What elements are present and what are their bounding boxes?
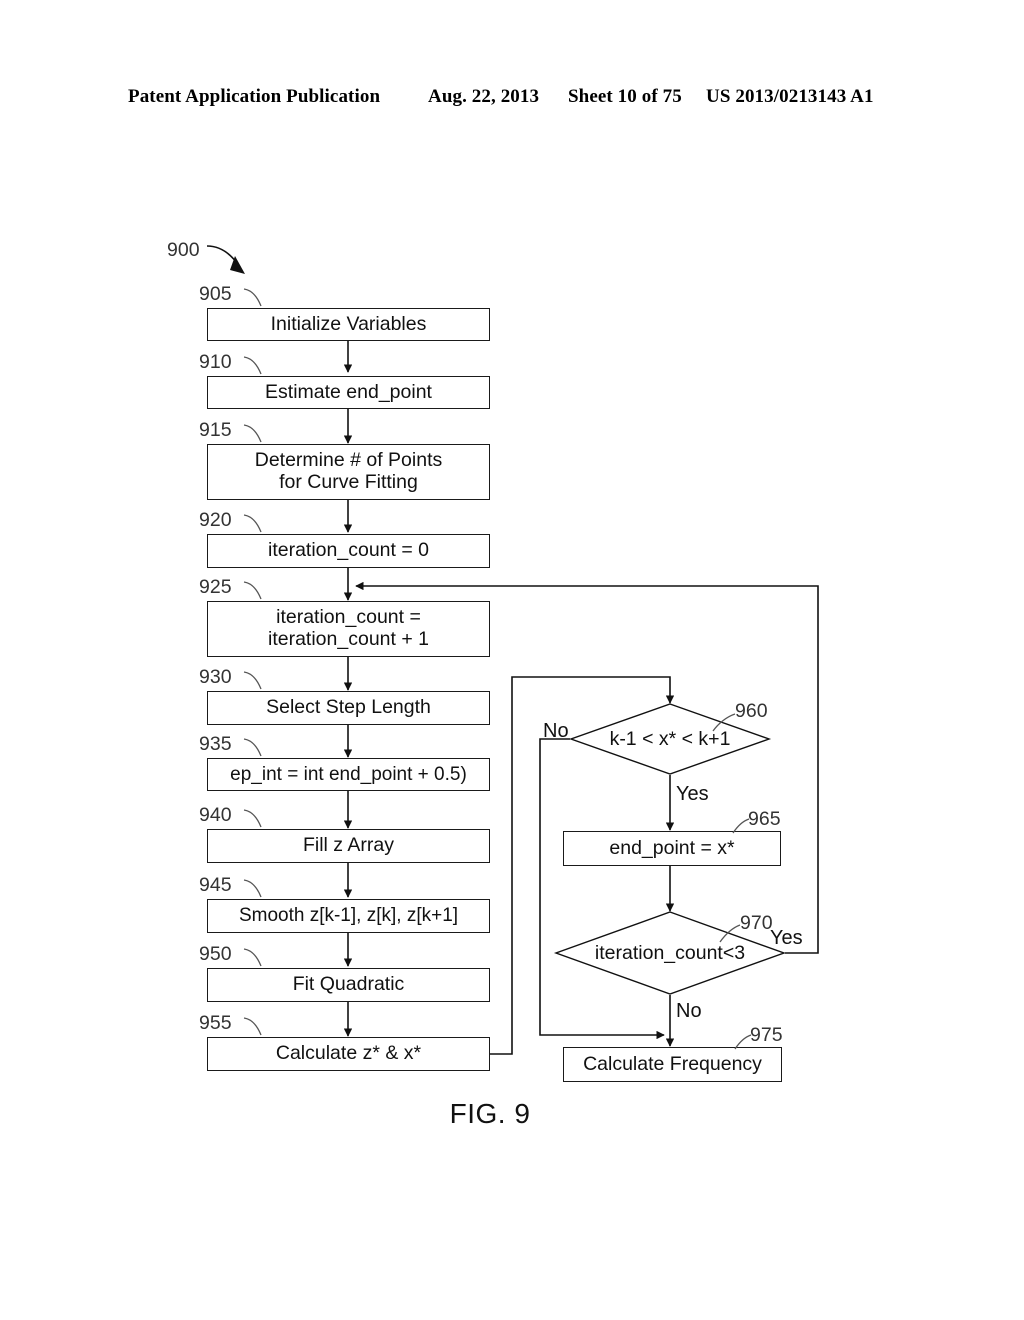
process-node-955[interactable]: Calculate z* & x* [207, 1037, 490, 1071]
process-node-925-label: iteration_count = iteration_count + 1 [268, 606, 429, 650]
reference-970-leader-icon [719, 924, 741, 943]
reference-935: 935 [199, 733, 232, 755]
reference-965-leader-icon [732, 818, 750, 834]
reference-955-leader-icon [243, 1017, 262, 1036]
reference-950: 950 [199, 943, 232, 965]
reference-910: 910 [199, 351, 232, 373]
process-node-950-label: Fit Quadratic [292, 973, 405, 996]
figure-caption: FIG. 9 [0, 1098, 1024, 1130]
reference-935-leader-icon [243, 738, 262, 757]
process-node-940[interactable]: Fill z Array [207, 829, 490, 863]
process-node-930[interactable]: Select Step Length [207, 691, 490, 725]
process-node-915-label: Determine # of Points for Curve Fitting [254, 449, 443, 493]
reference-955: 955 [199, 1012, 232, 1034]
process-node-940-label: Fill z Array [302, 834, 394, 857]
branch-label-960-no: No [543, 720, 569, 742]
process-node-930-label: Select Step Length [266, 696, 431, 719]
process-node-920[interactable]: iteration_count = 0 [207, 534, 490, 568]
process-node-935-label: ep_int = int end_point + 0.5) [230, 763, 467, 785]
reference-925: 925 [199, 576, 232, 598]
reference-965: 965 [748, 808, 781, 830]
reference-920-leader-icon [243, 514, 262, 533]
reference-905: 905 [199, 283, 232, 305]
reference-945: 945 [199, 874, 232, 896]
reference-905-leader-icon [243, 288, 262, 307]
process-node-975[interactable]: Calculate Frequency [563, 1047, 782, 1082]
process-node-965-label: end_point = x* [609, 836, 735, 859]
process-node-915[interactable]: Determine # of Points for Curve Fitting [207, 444, 490, 500]
reference-960-leader-icon [712, 713, 736, 732]
process-node-910-label: Estimate end_point [265, 380, 432, 403]
reference-975-leader-icon [734, 1034, 752, 1050]
process-node-975-label: Calculate Frequency [583, 1052, 762, 1075]
process-node-905[interactable]: Initialize Variables [207, 308, 490, 341]
branch-label-970-yes: Yes [770, 927, 803, 949]
patent-figure-9: 900 Initialize Variables 905 Estimate en… [0, 0, 1024, 1320]
reference-915-leader-icon [243, 424, 262, 443]
flow-reference-900-leader-icon [206, 245, 245, 274]
reference-945-leader-icon [243, 879, 262, 898]
reference-940-leader-icon [243, 809, 262, 828]
reference-915: 915 [199, 419, 232, 441]
process-node-945-label: Smooth z[k-1], z[k], z[k+1] [238, 905, 459, 927]
reference-925-leader-icon [243, 581, 262, 600]
process-node-950[interactable]: Fit Quadratic [207, 968, 490, 1002]
process-node-935[interactable]: ep_int = int end_point + 0.5) [207, 758, 490, 791]
process-node-910[interactable]: Estimate end_point [207, 376, 490, 409]
process-node-920-label: iteration_count = 0 [268, 539, 429, 562]
reference-940: 940 [199, 804, 232, 826]
process-node-965[interactable]: end_point = x* [563, 831, 781, 866]
reference-950-leader-icon [243, 948, 262, 967]
branch-label-970-no: No [676, 1000, 702, 1022]
flow-reference-900: 900 [167, 239, 200, 261]
reference-930-leader-icon [243, 671, 262, 690]
reference-920: 920 [199, 509, 232, 531]
reference-970: 970 [740, 912, 773, 934]
process-node-925[interactable]: iteration_count = iteration_count + 1 [207, 601, 490, 657]
reference-975: 975 [750, 1024, 783, 1046]
process-node-905-label: Initialize Variables [270, 312, 427, 335]
process-node-945[interactable]: Smooth z[k-1], z[k], z[k+1] [207, 899, 490, 933]
reference-910-leader-icon [243, 356, 262, 375]
figure-caption-text: FIG. 9 [449, 1098, 531, 1129]
reference-930: 930 [199, 666, 232, 688]
reference-960: 960 [735, 700, 768, 722]
process-node-955-label: Calculate z* & x* [275, 1042, 422, 1065]
branch-label-960-yes: Yes [676, 783, 709, 805]
